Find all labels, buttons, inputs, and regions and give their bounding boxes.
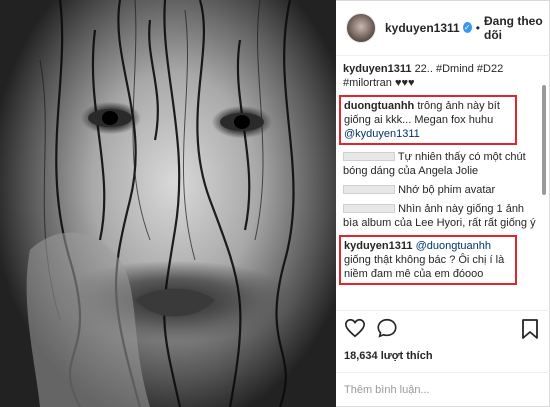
redacted-username [343, 152, 395, 161]
scrollbar-thumb[interactable] [542, 85, 546, 195]
comment-text: Nhớ bộ phim avatar [398, 184, 496, 196]
header-separator: • [475, 20, 480, 35]
comment-redacted-1: Tự nhiên thấy có một chút bóng dáng của … [343, 150, 536, 178]
bookmark-icon[interactable] [520, 318, 540, 340]
like-count[interactable]: 18,634 lượt thích [344, 350, 433, 362]
comment-username[interactable]: duongtuanhh [344, 100, 414, 112]
verified-badge-icon: ✓ [462, 22, 472, 33]
redacted-username [343, 204, 395, 213]
add-comment-box [336, 372, 550, 407]
comment-caption: kyduyen1311 22.. #Dmind #D22 #milortran … [343, 62, 536, 90]
wet-hair-strands [26, 0, 295, 407]
heart-outline-icon[interactable] [344, 317, 366, 339]
comment-bubble-icon[interactable] [376, 317, 398, 339]
comment-redacted-2: Nhớ bộ phim avatar [343, 183, 536, 197]
comment-redacted-3: Nhìn ảnh này giống 1 ảnh bìa album của L… [343, 202, 536, 230]
avatar[interactable] [346, 12, 376, 43]
redacted-username [343, 185, 395, 194]
comment-mention[interactable]: @kyduyen1311 [344, 128, 420, 140]
following-button[interactable]: Đang theo dõi [484, 14, 550, 42]
comment-username[interactable]: kyduyen1311 [343, 63, 412, 75]
hearts: ♥♥♥ [394, 77, 415, 89]
comment-highlighted-1: duongtuanhh trông ảnh này bít giống ai k… [339, 95, 517, 145]
comment-username[interactable]: kyduyen1311 [344, 240, 413, 252]
comments-scrollbar[interactable] [540, 60, 548, 310]
comment-mention[interactable]: @duongtuanhh [416, 240, 491, 252]
post-photo[interactable] [0, 0, 336, 407]
comment-highlighted-2: kyduyen1311 @duongtuanhh giống thật khôn… [339, 235, 517, 285]
comment-text: giống thật không bác ? Ôi chị í là niềm … [344, 254, 505, 280]
action-bar [336, 310, 550, 344]
post-header: kyduyen1311 ✓ • Đang theo dõi [336, 0, 550, 56]
comments-list: kyduyen1311 22.. #Dmind #D22 #milortran … [336, 57, 536, 304]
header-username[interactable]: kyduyen1311 [385, 21, 460, 35]
add-comment-input[interactable] [344, 384, 524, 396]
